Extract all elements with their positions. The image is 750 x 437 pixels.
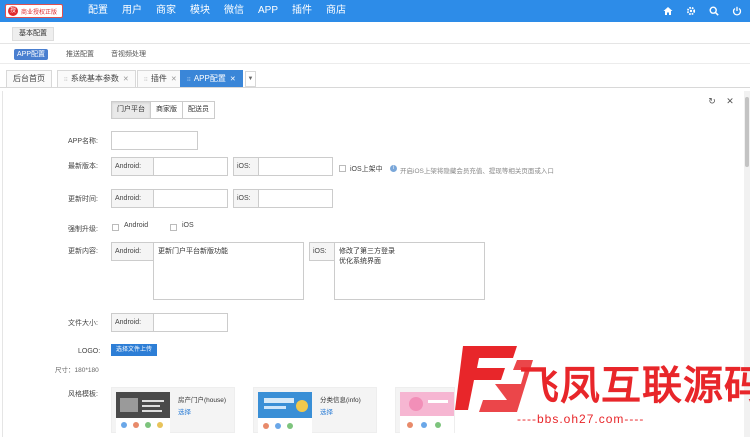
app-name-label: APP名称: [68,138,98,145]
brand-logo-mark: 授 [8,6,18,16]
template-card-third[interactable] [395,387,455,434]
nav-item-config[interactable]: 配置 [88,0,108,22]
ios-addon: iOS: [309,242,335,261]
force-ios-label: iOS [182,222,194,229]
logo-size-hint: 尺寸：180*180 [55,367,99,374]
android-update-time-input[interactable] [153,189,228,208]
android-addon: Android: [111,242,154,261]
subnav-app-config[interactable]: APP配置 [14,49,49,60]
android-file-size-input[interactable] [153,313,228,332]
ios-update-time-input[interactable] [258,189,333,208]
android-addon: Android: [111,189,154,208]
ios-content-textarea[interactable]: 修改了第三方登录 优化系统界面 [334,242,485,300]
template-thumbnail [400,392,454,434]
drag-grip-icon: ⁝⁝ [144,77,148,83]
template-card-house[interactable]: 房产门户(house) 选择 [111,387,235,434]
style-template-label: 风格模板: [68,391,98,398]
nav-item-users[interactable]: 用户 [122,0,142,22]
refresh-icon[interactable]: ↻ [706,95,718,107]
template-thumbnail [116,392,170,434]
info-icon: i [390,165,397,172]
force-upgrade-label: 强制升级: [68,226,98,233]
close-icon[interactable]: ✕ [171,76,177,83]
template-select-link[interactable]: 选择 [320,406,333,416]
tab-label: APP配置 [193,74,226,83]
ios-hint-text: 开启iOS上架将隐藏会员充值、提现等相关页面或入口 [400,168,554,175]
upload-file-button[interactable]: 选择文件上传 [111,344,158,356]
close-icon[interactable]: ✕ [230,76,236,83]
ios-addon: iOS: [233,157,259,176]
nav-item-app[interactable]: APP [258,0,278,22]
force-android-label: Android [124,222,149,229]
android-content-textarea[interactable]: 更新门户平台新版功能 [153,242,304,300]
logo-label: LOGO: [78,348,101,355]
nav-item-wechat[interactable]: 微信 [224,0,244,22]
tabs-dropdown-button[interactable]: ▼ [245,71,256,87]
subnav-push-config[interactable]: 推送配置 [63,49,97,60]
force-android-checkbox[interactable] [112,224,119,231]
watermark-title: 飞凤互联源码 [519,363,750,409]
basic-config-button[interactable]: 基本配置 [12,27,54,41]
subnav-media-processing[interactable]: 音视频处理 [108,49,149,60]
panel-controls: ↻ ✕ [700,95,736,107]
segment-portal[interactable]: 门户平台 [111,101,151,119]
update-time-label: 更新时间: [68,196,98,203]
nav-item-merchants[interactable]: 商家 [156,0,176,22]
drag-grip-icon: ⁝⁝ [64,77,68,83]
scrollbar-thumb[interactable] [745,97,749,167]
update-content-label: 更新内容: [68,248,98,255]
tab-label: 插件 [150,74,167,83]
tab-label: 系统基本参数 [70,74,119,83]
ios-listing-label: iOS上架中 [350,166,383,173]
page-tabs: 后台首页 ⁝⁝ 系统基本参数 ✕ ⁝⁝ 插件 ✕ ⁝⁝ APP配置 ✕ ▼ [0,68,750,88]
android-version-input[interactable] [153,157,228,176]
tab-label: 后台首页 [13,74,45,83]
ios-listing-checkbox[interactable] [339,165,346,172]
platform-segment: 门户平台 商家版 配送员 [111,101,215,119]
segment-courier[interactable]: 配送员 [182,101,215,119]
gear-icon[interactable] [685,6,696,17]
nav-item-modules[interactable]: 模块 [190,0,210,22]
top-icons [650,0,742,22]
android-addon: Android: [111,313,154,332]
template-name: 分类信息(info) [320,397,361,404]
ios-addon: iOS: [233,189,259,208]
nav-item-plugins[interactable]: 插件 [292,0,312,22]
android-addon: Android: [111,157,154,176]
close-icon[interactable]: ✕ [123,76,129,83]
nav-item-store[interactable]: 商店 [326,0,346,22]
template-card-info[interactable]: 分类信息(info) 选择 [253,387,377,434]
watermark-url: ----bbs.oh27.com---- [517,412,645,426]
brand-logo-text: 商业授权正版 [21,9,58,16]
section-header: 基本配置 [0,22,750,44]
top-navbar: 授 商业授权正版 配置 用户 商家 模块 微信 APP 插件 商店 [0,0,750,22]
search-icon[interactable] [708,6,719,17]
force-ios-checkbox[interactable] [170,224,177,231]
power-icon[interactable] [731,6,742,17]
tab-plugins[interactable]: ⁝⁝ 插件 ✕ [137,70,184,87]
ios-version-input[interactable] [258,157,333,176]
latest-version-label: 最新版本: [68,163,98,170]
tab-system-params[interactable]: ⁝⁝ 系统基本参数 ✕ [57,70,136,87]
home-icon[interactable] [662,6,673,17]
watermark: 飞凤互联源码 ----bbs.oh27.com---- [455,340,750,437]
close-panel-icon[interactable]: ✕ [724,95,736,107]
segment-merchant[interactable]: 商家版 [150,101,183,119]
sub-nav: APP配置 推送配置 音视频处理 [0,44,750,64]
drag-grip-icon: ⁝⁝ [187,77,191,83]
app-name-input[interactable] [111,131,198,150]
template-thumbnail [258,392,312,434]
template-select-link[interactable]: 选择 [178,406,191,416]
main-nav: 配置 用户 商家 模块 微信 APP 插件 商店 [88,0,360,22]
tab-dashboard[interactable]: 后台首页 [6,70,52,87]
brand-logo[interactable]: 授 商业授权正版 [5,4,63,18]
tab-app-config[interactable]: ⁝⁝ APP配置 ✕ [180,70,243,87]
file-size-label: 文件大小: [68,320,98,327]
template-name: 房产门户(house) [178,397,227,404]
